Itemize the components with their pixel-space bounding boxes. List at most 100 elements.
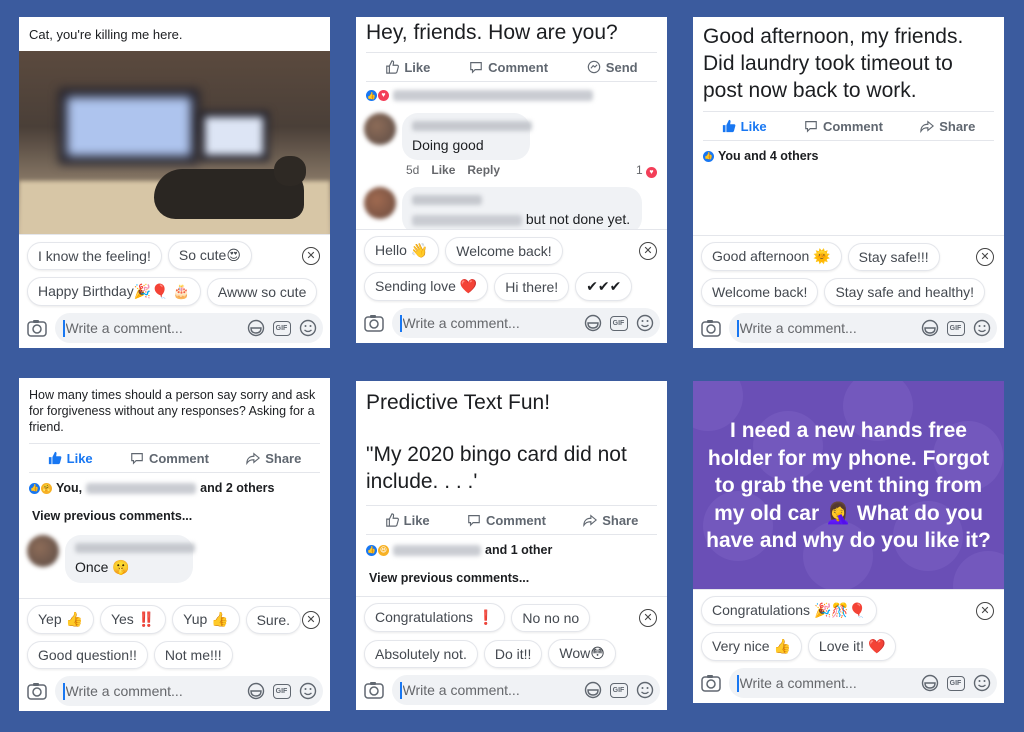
suggestion-chip[interactable]: Welcome back! — [445, 236, 563, 265]
sticker-icon[interactable] — [921, 319, 939, 337]
gif-icon[interactable]: GIF — [946, 675, 965, 691]
comment-reply-link[interactable]: Reply — [467, 163, 500, 177]
comment-input[interactable] — [402, 682, 584, 698]
camera-icon[interactable] — [27, 680, 47, 702]
reactions-summary[interactable]: 👍 ♥ — [356, 82, 667, 101]
suggestion-chip[interactable]: Stay safe!!! — [847, 242, 940, 271]
view-previous-comments-link[interactable]: View previous comments... — [19, 495, 330, 523]
comment-button[interactable]: Comment — [804, 119, 883, 134]
haha-reaction-icon: 😆 — [378, 544, 389, 556]
suggestion-chip[interactable]: Stay safe and healthy! — [824, 278, 985, 306]
camera-icon[interactable] — [701, 672, 721, 694]
reactions-summary[interactable]: 👍 🤗 You, and 2 others — [19, 473, 330, 495]
suggestion-chip[interactable]: I know the feeling! — [27, 241, 162, 270]
suggestion-chip[interactable]: Hi there! — [494, 272, 570, 301]
comment-input[interactable] — [65, 320, 247, 336]
suggestion-chip[interactable]: Happy Birthday🎉🎈 🎂 — [27, 277, 201, 306]
suggestion-chip[interactable]: Not me!!! — [153, 641, 233, 669]
comment-input[interactable] — [402, 315, 584, 331]
avatar[interactable] — [27, 535, 59, 567]
emoji-icon[interactable] — [973, 319, 991, 337]
comment-like-link[interactable]: Like — [431, 163, 455, 177]
suggestion-chip[interactable]: Yep 👍 — [27, 605, 94, 634]
suggestion-chip[interactable]: No no no — [511, 603, 591, 632]
like-reaction-icon: 👍 — [29, 482, 40, 494]
close-icon[interactable]: ✕ — [302, 610, 320, 629]
suggestion-chip[interactable]: Love it! ❤️ — [807, 632, 897, 661]
blurred-commenter-name[interactable] — [75, 543, 195, 553]
comment-bubble: Doing good — [402, 113, 532, 160]
gif-icon[interactable]: GIF — [272, 683, 291, 699]
close-icon[interactable]: ✕ — [639, 608, 657, 627]
gif-icon[interactable]: GIF — [609, 682, 628, 698]
close-icon[interactable]: ✕ — [302, 246, 320, 265]
share-button[interactable]: Share — [246, 451, 301, 466]
close-icon[interactable]: ✕ — [976, 247, 994, 266]
comment-button[interactable]: Comment — [130, 451, 209, 466]
emoji-icon[interactable] — [636, 681, 654, 699]
suggestion-chip[interactable]: Wow😳 — [548, 639, 616, 668]
sticker-icon[interactable] — [584, 681, 602, 699]
share-button[interactable]: Share — [583, 513, 638, 528]
emoji-icon[interactable] — [299, 319, 317, 337]
send-button[interactable]: Send — [587, 60, 638, 75]
comment-input[interactable] — [65, 683, 247, 699]
text-caret — [63, 319, 65, 337]
close-icon[interactable]: ✕ — [639, 241, 657, 260]
like-button[interactable]: Like — [48, 451, 93, 466]
reactions-text: You and 4 others — [718, 149, 819, 163]
gif-icon[interactable]: GIF — [946, 320, 965, 336]
suggestion-chip[interactable]: Yup 👍 — [172, 605, 240, 634]
comment-input[interactable] — [739, 675, 921, 691]
suggestion-chip[interactable]: Awww so cute — [206, 277, 318, 306]
like-button[interactable]: Like — [722, 119, 767, 134]
like-button[interactable]: Like — [385, 513, 430, 528]
suggestion-chip[interactable]: Do it!! — [483, 639, 543, 668]
suggestion-chip[interactable]: Very nice 👍 — [701, 632, 802, 661]
reactions-summary[interactable]: 👍 😆 and 1 other — [356, 535, 667, 557]
gif-icon[interactable]: GIF — [272, 320, 291, 336]
blurred-names — [86, 482, 197, 494]
reactions-summary[interactable]: 👍 You and 4 others — [693, 141, 1004, 163]
camera-icon[interactable] — [364, 679, 384, 701]
suggestion-chip[interactable]: Sending love ❤️ — [364, 272, 489, 301]
suggestion-chip[interactable]: Good afternoon 🌞 — [701, 242, 842, 271]
suggestion-chip[interactable]: ✔✔✔ — [575, 272, 633, 301]
share-button[interactable]: Share — [920, 119, 975, 134]
suggestion-chip[interactable]: Yes ‼️ — [99, 605, 167, 634]
comment-reaction-count[interactable]: 1 ♥ — [636, 163, 657, 178]
post-photo-cat[interactable] — [19, 51, 330, 241]
sticker-icon[interactable] — [584, 314, 602, 332]
comment-bar: GIF — [701, 313, 997, 343]
suggestion-chip[interactable]: Congratulations 🎉🎊🎈 — [701, 596, 878, 625]
comment-input[interactable] — [739, 320, 921, 336]
action-bar: Like Comment Share — [703, 111, 994, 141]
suggestion-chip[interactable]: Sure. — [245, 605, 302, 634]
avatar[interactable] — [364, 187, 396, 219]
sticker-icon[interactable] — [247, 682, 265, 700]
blurred-commenter-name[interactable] — [412, 195, 482, 205]
suggestion-chip[interactable]: Hello 👋 — [364, 236, 440, 265]
blurred-commenter-name[interactable] — [412, 121, 532, 131]
suggestion-chip[interactable]: So cute😍 — [167, 241, 252, 270]
gif-icon[interactable]: GIF — [609, 315, 628, 331]
emoji-icon[interactable] — [973, 674, 991, 692]
like-button[interactable]: Like — [385, 60, 430, 75]
close-icon[interactable]: ✕ — [976, 601, 994, 620]
suggestion-chip[interactable]: Congratulations ❗ — [364, 603, 506, 632]
avatar[interactable] — [364, 113, 396, 145]
emoji-icon[interactable] — [636, 314, 654, 332]
comment-button[interactable]: Comment — [467, 513, 546, 528]
suggestion-chip[interactable]: Absolutely not. — [364, 639, 478, 668]
comment-button[interactable]: Comment — [469, 60, 548, 75]
view-previous-comments-link[interactable]: View previous comments... — [356, 557, 667, 585]
sticker-icon[interactable] — [921, 674, 939, 692]
camera-icon[interactable] — [701, 317, 721, 339]
sticker-icon[interactable] — [247, 319, 265, 337]
suggestion-chip[interactable]: Welcome back! — [701, 278, 819, 306]
camera-icon[interactable] — [364, 312, 384, 334]
photo-monitor — [59, 89, 199, 164]
suggestion-chip[interactable]: Good question!! — [27, 641, 148, 669]
emoji-icon[interactable] — [299, 682, 317, 700]
camera-icon[interactable] — [27, 317, 47, 339]
